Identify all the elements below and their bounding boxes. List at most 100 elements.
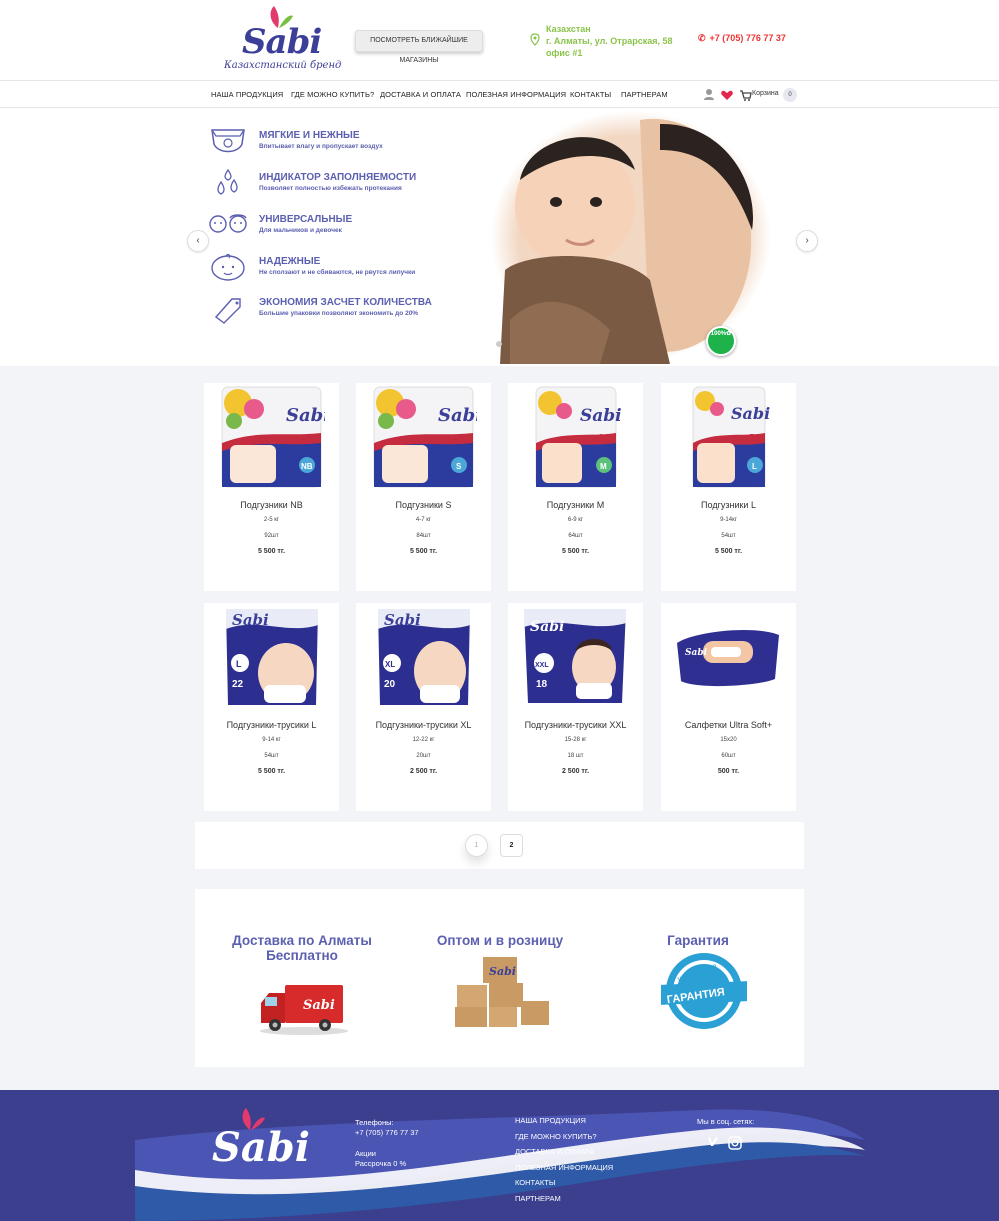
product-card[interactable]: Sabi 92 NB Подгузники NB 2-5 кг 92шт 5 5… (204, 383, 339, 591)
price-tag-icon (214, 298, 241, 324)
svg-text:54: 54 (749, 433, 761, 444)
address-line: Казахстан (546, 24, 591, 34)
footer-installment-link[interactable]: Рассрочка 0 % (355, 1159, 406, 1169)
product-name[interactable]: Подгузники S (356, 500, 491, 510)
product-quantity: 54шт (264, 753, 279, 759)
address-line: офис #1 (546, 48, 583, 58)
product-price: 5 500 тг. (409, 548, 438, 555)
product-name[interactable]: Подгузники L (661, 500, 796, 510)
feature-title: УНИВЕРСАЛЬНЫЕ (259, 214, 353, 225)
footer-menu-item[interactable]: ДОСТАВКА И ОПЛАТА (515, 1147, 613, 1163)
svg-text:Sabi: Sabi (731, 404, 770, 423)
feature-desc: Впитывает влагу и пропускает воздух (259, 143, 383, 150)
page-button-1[interactable]: 1 (465, 834, 488, 857)
footer-menu-item[interactable]: КОНТАКТЫ (515, 1178, 613, 1194)
product-price: 5 500 тг. (714, 548, 743, 555)
product-card[interactable]: Sabi 84 S Подгузники S 4-7 кг 84шт 5 500… (356, 383, 491, 591)
site-header: Sabi Казахстанский бренд ПОСМОТРЕТЬ БЛИЖ… (0, 0, 999, 80)
cart-label[interactable]: Корзина (752, 90, 779, 97)
nav-item-info[interactable]: ПОЛЕЗНАЯ ИНФОРМАЦИЯ (466, 90, 566, 99)
footer-menu-item[interactable]: ГДЕ МОЖНО КУПИТЬ? (515, 1132, 613, 1148)
slider-next-button[interactable]: › (796, 230, 818, 252)
svg-text:20: 20 (384, 679, 396, 690)
svg-text:18: 18 (536, 679, 548, 690)
product-card[interactable]: Sabi 64 M Подгузники M 6-9 кг 64шт 5 500… (508, 383, 643, 591)
footer-menu: НАША ПРОДУКЦИЯ ГДЕ МОЖНО КУПИТЬ? ДОСТАВК… (515, 1116, 613, 1210)
footer-menu-item[interactable]: ПАРТНЕРАМ (515, 1194, 613, 1210)
site-logo[interactable]: Sabi Казахстанский бренд (222, 4, 341, 74)
feature-title: ИНДИКАТОР ЗАПОЛНЯЕМОСТИ (259, 172, 417, 183)
svg-text:Sabi: Sabi (580, 406, 622, 426)
product-image: Sabi L 22 (226, 609, 318, 705)
product-image: Sabi 54 L (692, 386, 770, 488)
svg-text:Sabi: Sabi (685, 648, 708, 658)
feature-desc: Не сползают и не сбиваются, не рвутся ли… (259, 269, 416, 276)
slider-prev-button[interactable]: ‹ (187, 230, 209, 252)
instagram-icon[interactable] (728, 1136, 742, 1150)
product-image: Sabi XL 20 (378, 609, 470, 705)
page-button-2[interactable]: 2 (500, 834, 523, 857)
product-card[interactable]: Sabi L 22 Подгузники-трусики L 9-14 кг 5… (204, 603, 339, 811)
hundred-percent-badge: 100%✿ (706, 326, 736, 356)
guarantee-stamp-image: ГАРАНТИЯ 100% КАЧЕСТВО (661, 953, 747, 1029)
phone-icon: ✆ (698, 33, 706, 43)
nearest-shops-button[interactable]: ПОСМОТРЕТЬ БЛИЖАЙШИЕ МАГАЗИНЫ (355, 30, 483, 64)
feature-title: ЭКОНОМИЯ ЗАСЧЕТ КОЛИЧЕСТВА (259, 297, 432, 308)
product-name[interactable]: Подгузники-трусики XXL (508, 720, 643, 730)
product-card[interactable]: Sabi Салфетки Ultra Soft+ 15x20 60шт 500… (661, 603, 796, 811)
baby-face-icon (211, 253, 245, 281)
svg-text:22: 22 (232, 679, 244, 690)
product-name[interactable]: Подгузники M (508, 500, 643, 510)
footer-logo[interactable]: Sabi (212, 1124, 310, 1171)
header-phone[interactable]: ✆ +7 (705) 776 77 37 (698, 33, 786, 44)
footer-menu-item[interactable]: ПОЛЕЗНАЯ ИНФОРМАЦИЯ (515, 1163, 613, 1179)
feature-desc: Позволяет полностью избежать протекания (259, 185, 402, 192)
phone-number: +7 (705) 776 77 37 (709, 33, 786, 43)
diaper-icon (211, 129, 245, 153)
product-image: Sabi 64 M (535, 386, 622, 488)
svg-text:Sabi: Sabi (489, 965, 516, 978)
product-card[interactable]: Sabi XXL 18 Подгузники-трусики XXL 15-28… (508, 603, 643, 811)
social-label: Мы в соц. сетях: (697, 1117, 755, 1126)
main-nav: НАША ПРОДУКЦИЯ ГДЕ МОЖНО КУПИТЬ? ДОСТАВК… (0, 80, 999, 108)
footer-phone[interactable]: +7 (705) 776 77 37 (355, 1128, 419, 1138)
product-name[interactable]: Подгузники-трусики L (204, 720, 339, 730)
svg-text:Sabi: Sabi (232, 611, 269, 629)
product-card[interactable]: Sabi XL 20 Подгузники-трусики XL 12-22 к… (356, 603, 491, 811)
product-name[interactable]: Подгузники NB (204, 500, 339, 510)
product-image: Sabi 92 NB (221, 386, 325, 488)
heart-icon[interactable] (721, 90, 733, 100)
nav-item-where-to-buy[interactable]: ГДЕ МОЖНО КУПИТЬ? (291, 90, 374, 99)
product-weight: 9-14 кг (262, 737, 281, 743)
drops-icon (217, 168, 238, 195)
product-quantity: 54шт (721, 533, 736, 539)
product-weight: 4-7 кг (415, 517, 432, 523)
vimeo-icon[interactable] (705, 1136, 719, 1148)
nav-item-partners[interactable]: ПАРТНЕРАМ (621, 90, 668, 99)
product-quantity: 84шт (416, 533, 431, 539)
benefit-title: Гарантия (667, 933, 729, 948)
svg-text:XXL: XXL (535, 662, 549, 669)
product-price: 5 500 тг. (257, 548, 286, 555)
product-price: 2 500 тг. (409, 768, 438, 775)
nav-item-contacts[interactable]: КОНТАКТЫ (570, 90, 611, 99)
benefits-section: Доставка по Алматы Бесплатно Sabi Оптом … (195, 889, 804, 1067)
product-card[interactable]: Sabi 54 L Подгузники L 9-14кг 54шт 5 500… (661, 383, 796, 591)
nav-item-products[interactable]: НАША ПРОДУКЦИЯ (211, 90, 283, 99)
product-name[interactable]: Подгузники-трусики XL (356, 720, 491, 730)
feature-title: НАДЕЖНЫЕ (259, 256, 321, 267)
slider-dot[interactable] (496, 341, 502, 347)
nav-item-delivery[interactable]: ДОСТАВКА И ОПЛАТА (380, 90, 461, 99)
product-quantity: 20шт (416, 753, 431, 759)
product-weight: 9-14кг (720, 517, 737, 523)
svg-text:NB: NB (301, 462, 313, 471)
delivery-truck-image: Sabi (260, 985, 348, 1035)
footer-wave-decoration (135, 1109, 865, 1221)
svg-text:Sabi: Sabi (438, 405, 477, 426)
footer-menu-item[interactable]: НАША ПРОДУКЦИЯ (515, 1116, 613, 1132)
cart-icon[interactable] (740, 90, 752, 101)
footer-promo-link[interactable]: Акции (355, 1149, 376, 1159)
user-icon[interactable] (704, 89, 714, 100)
product-name[interactable]: Салфетки Ultra Soft+ (661, 720, 796, 730)
product-image: Sabi 84 S (373, 386, 477, 488)
